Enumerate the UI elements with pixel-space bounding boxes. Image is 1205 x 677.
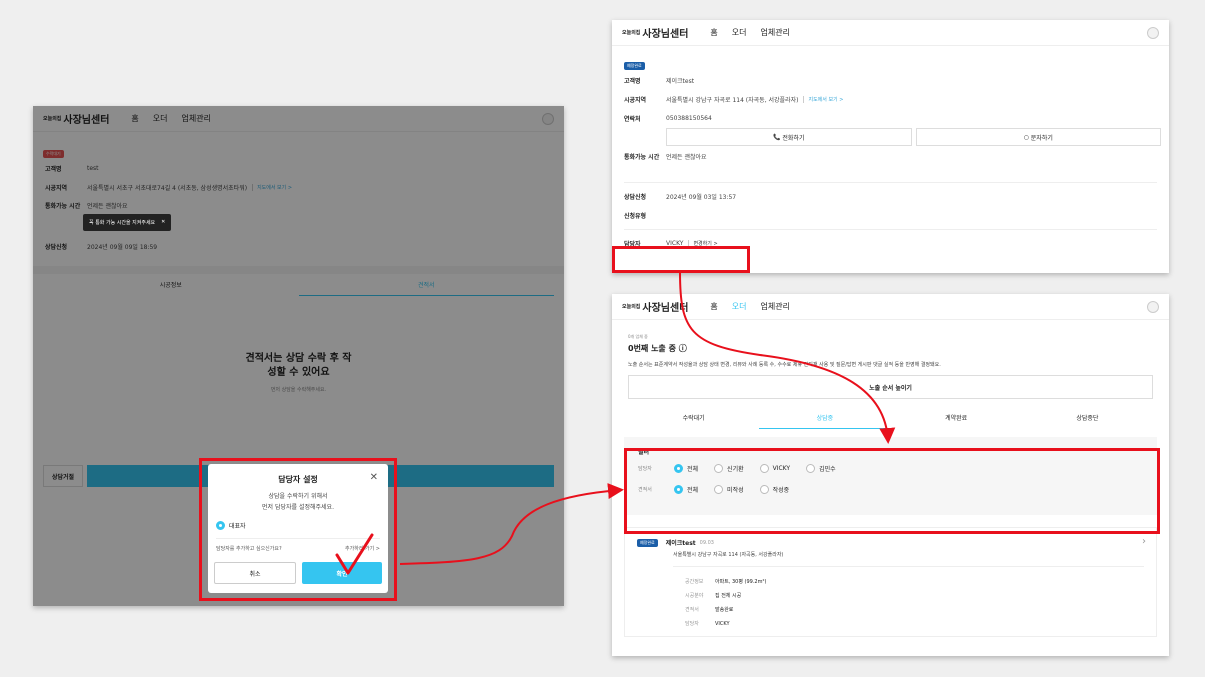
area-value: 서울특별시 강남구 자곡로 114 (자곡동, 서강플라자) <box>666 97 799 104</box>
name-label: 고객명 <box>624 78 641 85</box>
request-label: 상담신청 <box>624 194 647 201</box>
request-value: 2024년 09월 03일 13:57 <box>666 194 737 201</box>
map-link[interactable]: 지도에서 보기 > <box>803 96 843 103</box>
tooltip: 꼭 통화 가능 시간을 지켜주세요 ✕ <box>83 214 172 231</box>
message-button[interactable]: ○ 문자하기 <box>915 128 1161 146</box>
status-badge: 예정완료 <box>637 538 658 547</box>
profile-icon[interactable] <box>1147 300 1159 313</box>
phone-value: 050388150564 <box>666 115 712 122</box>
tab-contracted[interactable]: 계약완료 <box>891 407 1022 429</box>
brand[interactable]: 사장님센터 <box>642 25 688 40</box>
info-value: VICKY <box>715 621 730 627</box>
close-icon[interactable]: ✕ <box>161 219 165 226</box>
tooltip-text: 꼭 통화 가능 시간을 지켜주세요 <box>89 220 156 226</box>
call-value: 언제든 괜찮아요 <box>666 154 707 161</box>
info-key: 시공분야 <box>685 593 704 599</box>
tab-consulting[interactable]: 상담중 <box>759 407 891 429</box>
highlight-filter <box>624 448 1160 534</box>
info-key: 담당자 <box>685 621 699 627</box>
nav-company[interactable]: 업체관리 <box>761 27 790 38</box>
message-button-label: 문자하기 <box>1030 134 1053 142</box>
status-tabs: 수락대기 상담중 계약완료 상담중단 <box>612 399 1169 429</box>
tab-stopped[interactable]: 상담중단 <box>1022 407 1153 429</box>
phone-icon: 📞 <box>773 133 783 141</box>
type-label: 신청유형 <box>624 213 647 220</box>
message-icon: ○ <box>1023 133 1031 141</box>
brand-small: 오늘의집 <box>622 30 641 36</box>
info-key: 공간정보 <box>685 579 704 585</box>
nav-home[interactable]: 홈 <box>710 27 717 38</box>
nav-home[interactable]: 홈 <box>710 301 717 312</box>
card-name: 제이크test <box>665 540 696 547</box>
profile-icon[interactable] <box>1147 26 1159 39</box>
highlight-modal <box>199 458 397 601</box>
nav-order[interactable]: 오더 <box>732 27 747 38</box>
order-card[interactable]: 예정완료 제이크test 09.03 › 서울특별시 강남구 자곡로 114 (… <box>624 527 1157 637</box>
area-label: 시공지역 <box>624 97 647 104</box>
call-button-label: 전화하기 <box>782 134 805 142</box>
brand-small: 오늘의집 <box>622 304 641 310</box>
tab-waiting[interactable]: 수락대기 <box>628 407 759 429</box>
call-label: 통화가능 시간 <box>624 154 660 161</box>
nav-order[interactable]: 오더 <box>732 301 747 312</box>
chevron-right-icon[interactable]: › <box>1142 536 1146 547</box>
raise-exposure-button[interactable]: 노출 순서 높이기 <box>628 375 1153 399</box>
name-value: 제이크test <box>666 78 695 85</box>
card-address: 서울특별시 강남구 자곡로 114 (자곡동, 서강플라자) <box>673 552 784 558</box>
info-value: 발송완료 <box>715 607 734 613</box>
info-value: 집 전체 시공 <box>715 593 742 599</box>
info-value: 아파트, 30평 (99.2m²) <box>715 579 767 585</box>
header: 오늘의집 사장님센터 홈 오더 업체관리 <box>612 20 1169 46</box>
status-badge: 예정완료 <box>624 62 645 70</box>
exposure-small: 0개 업체 중 <box>628 334 648 339</box>
info-key: 견적서 <box>685 607 699 613</box>
phone-label: 연락처 <box>624 116 641 123</box>
exposure-desc: 노출 순서는 표준계약서 작성율과 상담 상태 변경, 리뷰와 사례 등록 수,… <box>628 362 941 368</box>
exposure-title: 0번째 노출 중 ⓘ <box>628 344 687 353</box>
brand[interactable]: 사장님센터 <box>642 299 688 314</box>
header: 오늘의집 사장님센터 홈 오더 업체관리 <box>612 294 1169 320</box>
highlight-manager-row <box>612 246 750 273</box>
nav-company[interactable]: 업체관리 <box>761 301 790 312</box>
card-date: 09.03 <box>699 539 714 546</box>
call-button[interactable]: 📞 전화하기 <box>666 128 912 146</box>
detail-screenshot: 오늘의집 사장님센터 홈 오더 업체관리 예정완료 고객명 제이크test 시공지… <box>612 20 1169 273</box>
